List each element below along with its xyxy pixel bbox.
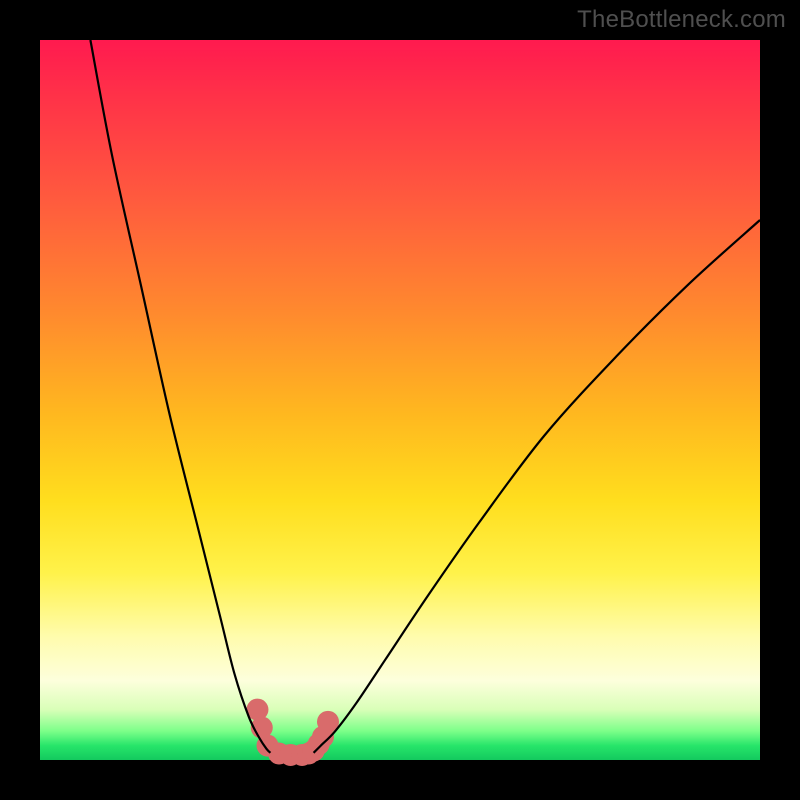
chart-frame: TheBottleneck.com bbox=[0, 0, 800, 800]
watermark-text: TheBottleneck.com bbox=[577, 6, 786, 34]
curve-left-branch bbox=[90, 40, 270, 753]
curve-right-branch bbox=[314, 220, 760, 753]
marker-dots bbox=[246, 699, 339, 766]
chart-overlay bbox=[40, 40, 760, 760]
